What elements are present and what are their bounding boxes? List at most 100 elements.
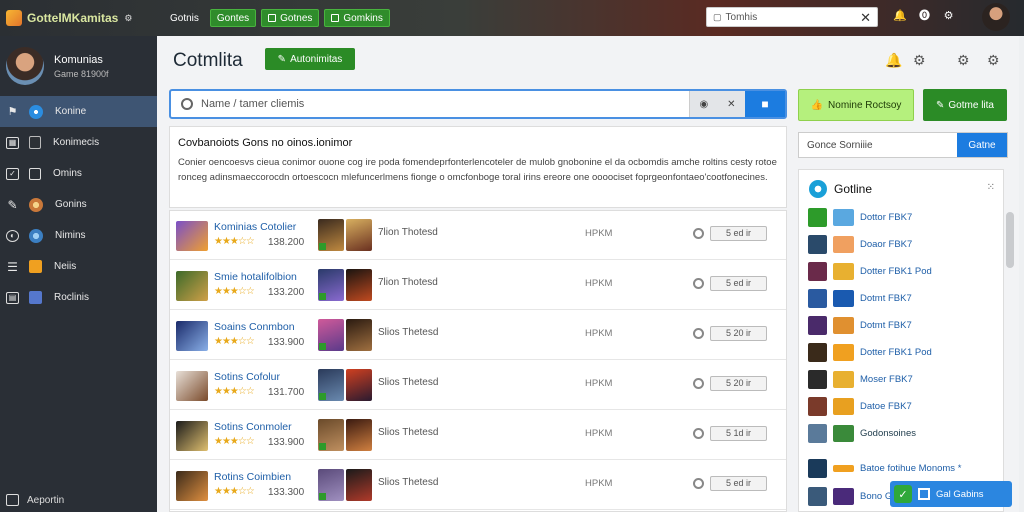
radio-icon[interactable] (693, 228, 704, 239)
item-thumbnail (833, 371, 854, 388)
add-button[interactable]: ✎ Autonimitas (265, 48, 355, 70)
side-search-button[interactable]: Gatne (957, 133, 1007, 157)
topnav-item-4[interactable]: Gomkins (324, 9, 390, 27)
radio-icon[interactable] (693, 478, 704, 489)
item-thumbnail (833, 263, 854, 280)
secondary-action-button[interactable]: ✎ Gotme lita (923, 89, 1007, 121)
character-thumbnail (346, 419, 372, 451)
topnav-label: Gontes (216, 12, 250, 24)
checkbox-icon: ✓ (6, 167, 19, 180)
row-label: 7lion Thotesd (378, 227, 438, 238)
sidebar-item-home[interactable]: ⚑ Konine (0, 96, 157, 127)
gear-icon[interactable]: ⚙ (913, 52, 926, 69)
game-name[interactable]: Smie hotalifolbion (214, 271, 297, 283)
item-icon (808, 397, 827, 416)
list-item[interactable]: Batoe fotihue Monoms * (808, 459, 1002, 479)
topnav-item-1[interactable]: Gotnis (164, 9, 205, 27)
clear-icon[interactable]: ✕ (727, 99, 735, 110)
row-pill[interactable]: 5 ed ir (710, 276, 767, 291)
profile[interactable]: Komunias Game 81900f (0, 36, 157, 96)
item-thumbnail (833, 425, 854, 442)
list-item[interactable]: Dottor FBK7 (808, 208, 1002, 228)
radio-icon[interactable] (693, 278, 704, 289)
close-icon[interactable]: ✕ (860, 10, 871, 26)
list-item[interactable]: Dotmt FBK7 (808, 289, 1002, 309)
row-code: HPKM (585, 378, 613, 389)
list-item[interactable]: Datoe FBK7 (808, 397, 1002, 417)
side-panel: Gotline ⁙ Dottor FBK7 Doaor FBK7 Dotter … (798, 169, 1004, 512)
sidebar-item-5[interactable]: ◐ Nimins (0, 220, 157, 251)
item-icon (808, 343, 827, 362)
rating-stars: ★★★☆☆ (214, 286, 255, 297)
game-name[interactable]: Sotins Conmoler (214, 421, 292, 433)
app-logo[interactable]: GottelMKamitas ⚙ (6, 10, 158, 26)
primary-action-button[interactable]: 👍 Nomine Roctsoy (798, 89, 914, 121)
game-list: Kominias Cotolier ★★★☆☆ 138.200 7lion Th… (169, 210, 787, 512)
gear-icon[interactable]: ⚙ (942, 10, 955, 23)
list-item[interactable]: Dotter FBK1 Pod (808, 343, 1002, 363)
sidebar-footer[interactable]: Aeportin (6, 494, 64, 506)
list-item[interactable]: Dotter FBK1 Pod (808, 262, 1002, 282)
grid-icon: ▦ (6, 136, 19, 149)
bell-icon[interactable]: 🔔 (885, 52, 902, 69)
row-pill[interactable]: 5 20 ir (710, 326, 767, 341)
list-item[interactable]: Godonsoines (808, 424, 1002, 444)
circle-icon: ◐ (6, 229, 19, 242)
notification-icon[interactable]: 🔔 (893, 10, 907, 23)
game-thumbnail (176, 421, 208, 451)
game-name[interactable]: Rotins Coimbien (214, 471, 291, 483)
avatar[interactable] (982, 3, 1010, 31)
sidebar-item-label: Neiis (54, 261, 77, 272)
list-item[interactable]: Sotins Conmoler ★★★☆☆ 133.900 Slios Thet… (170, 411, 786, 460)
info-icon[interactable]: ⓿ (918, 10, 931, 23)
gear-icon[interactable]: ⚙ (987, 52, 1000, 69)
radio-icon[interactable] (693, 378, 704, 389)
row-label: Slios Thetesd (378, 477, 439, 488)
sidebar-item-label: Konimecis (53, 137, 100, 148)
game-name[interactable]: Sotins Cofolur (214, 371, 280, 383)
game-thumbnail (176, 371, 208, 401)
game-name[interactable]: Kominias Cotolier (214, 221, 296, 233)
secondary-action-label: Gotme lita (948, 99, 994, 111)
row-pill[interactable]: 5 20 ir (710, 376, 767, 391)
list-item[interactable]: Smie hotalifolbion ★★★☆☆ 133.200 7lion T… (170, 261, 786, 310)
gear-icon[interactable]: ⚙ (957, 52, 970, 69)
game-name[interactable]: Soains Conmbon (214, 321, 295, 333)
topnav-item-3[interactable]: Gotnes (261, 9, 320, 27)
list-item[interactable]: Kominias Cotolier ★★★☆☆ 138.200 7lion Th… (170, 211, 786, 260)
sidebar-item-2[interactable]: ▦ Konimecis (0, 127, 157, 158)
list-item[interactable]: Doaor FBK7 (808, 235, 1002, 255)
list-item[interactable]: Moser FBK7 (808, 370, 1002, 390)
row-pill[interactable]: 5 ed ir (710, 226, 767, 241)
sidebar-item-4[interactable]: ✎ Gonins (0, 189, 157, 220)
chart-icon: ▤ (6, 291, 19, 304)
topnav-item-2[interactable]: Gontes (209, 9, 257, 27)
row-code: HPKM (585, 328, 613, 339)
primary-action-label: Nomine Roctsoy (828, 99, 902, 111)
top-bar: GottelMKamitas ⚙ Gotnis Gontes Gotnes Go… (0, 0, 1024, 36)
radio-icon[interactable] (693, 428, 704, 439)
collapse-icon[interactable]: ⁙ (987, 182, 995, 193)
list-item[interactable]: Sotins Cofolur ★★★☆☆ 131.700 Slios Thete… (170, 361, 786, 410)
list-item[interactable]: Rotins Coimbien ★★★☆☆ 133.300 Slios Thet… (170, 461, 786, 510)
search-placeholder: Name / tamer cliemis (201, 98, 305, 110)
main-area: Cotmlita ✎ Autonimitas 🔔 ⚙ ⚙ ⚙ Name / ta… (157, 36, 1019, 512)
sidebar-item-6[interactable]: ☰ Neiis (0, 251, 157, 282)
toast-notification[interactable]: ✓ Gal Gabins (890, 481, 1012, 507)
side-panel-scrollbar[interactable] (1006, 212, 1014, 268)
row-pill[interactable]: 5 1d ir (710, 426, 767, 441)
settings-small-icon[interactable]: ⚙ (124, 13, 132, 24)
row-pill[interactable]: 5 ed ir (710, 476, 767, 491)
rating-stars: ★★★☆☆ (214, 336, 255, 347)
sidebar-item-7[interactable]: ▤ Roclinis (0, 282, 157, 313)
sidebar-item-3[interactable]: ✓ Omins (0, 158, 157, 189)
camera-button[interactable]: ■ (745, 91, 785, 117)
filter-icon[interactable]: ◉ (699, 99, 708, 110)
list-item[interactable]: Soains Conmbon ★★★☆☆ 133.900 Slios Thete… (170, 311, 786, 360)
calendar-icon (918, 488, 930, 500)
search-input[interactable]: Name / tamer cliemis ◉ ✕ ■ (169, 89, 787, 119)
top-search-input[interactable]: ▢ Tomhis ✕ (706, 7, 878, 27)
list-item[interactable]: Dotmt FBK7 (808, 316, 1002, 336)
side-search-input[interactable]: Gonce Sorniiie Gatne (798, 132, 1008, 158)
radio-icon[interactable] (693, 328, 704, 339)
